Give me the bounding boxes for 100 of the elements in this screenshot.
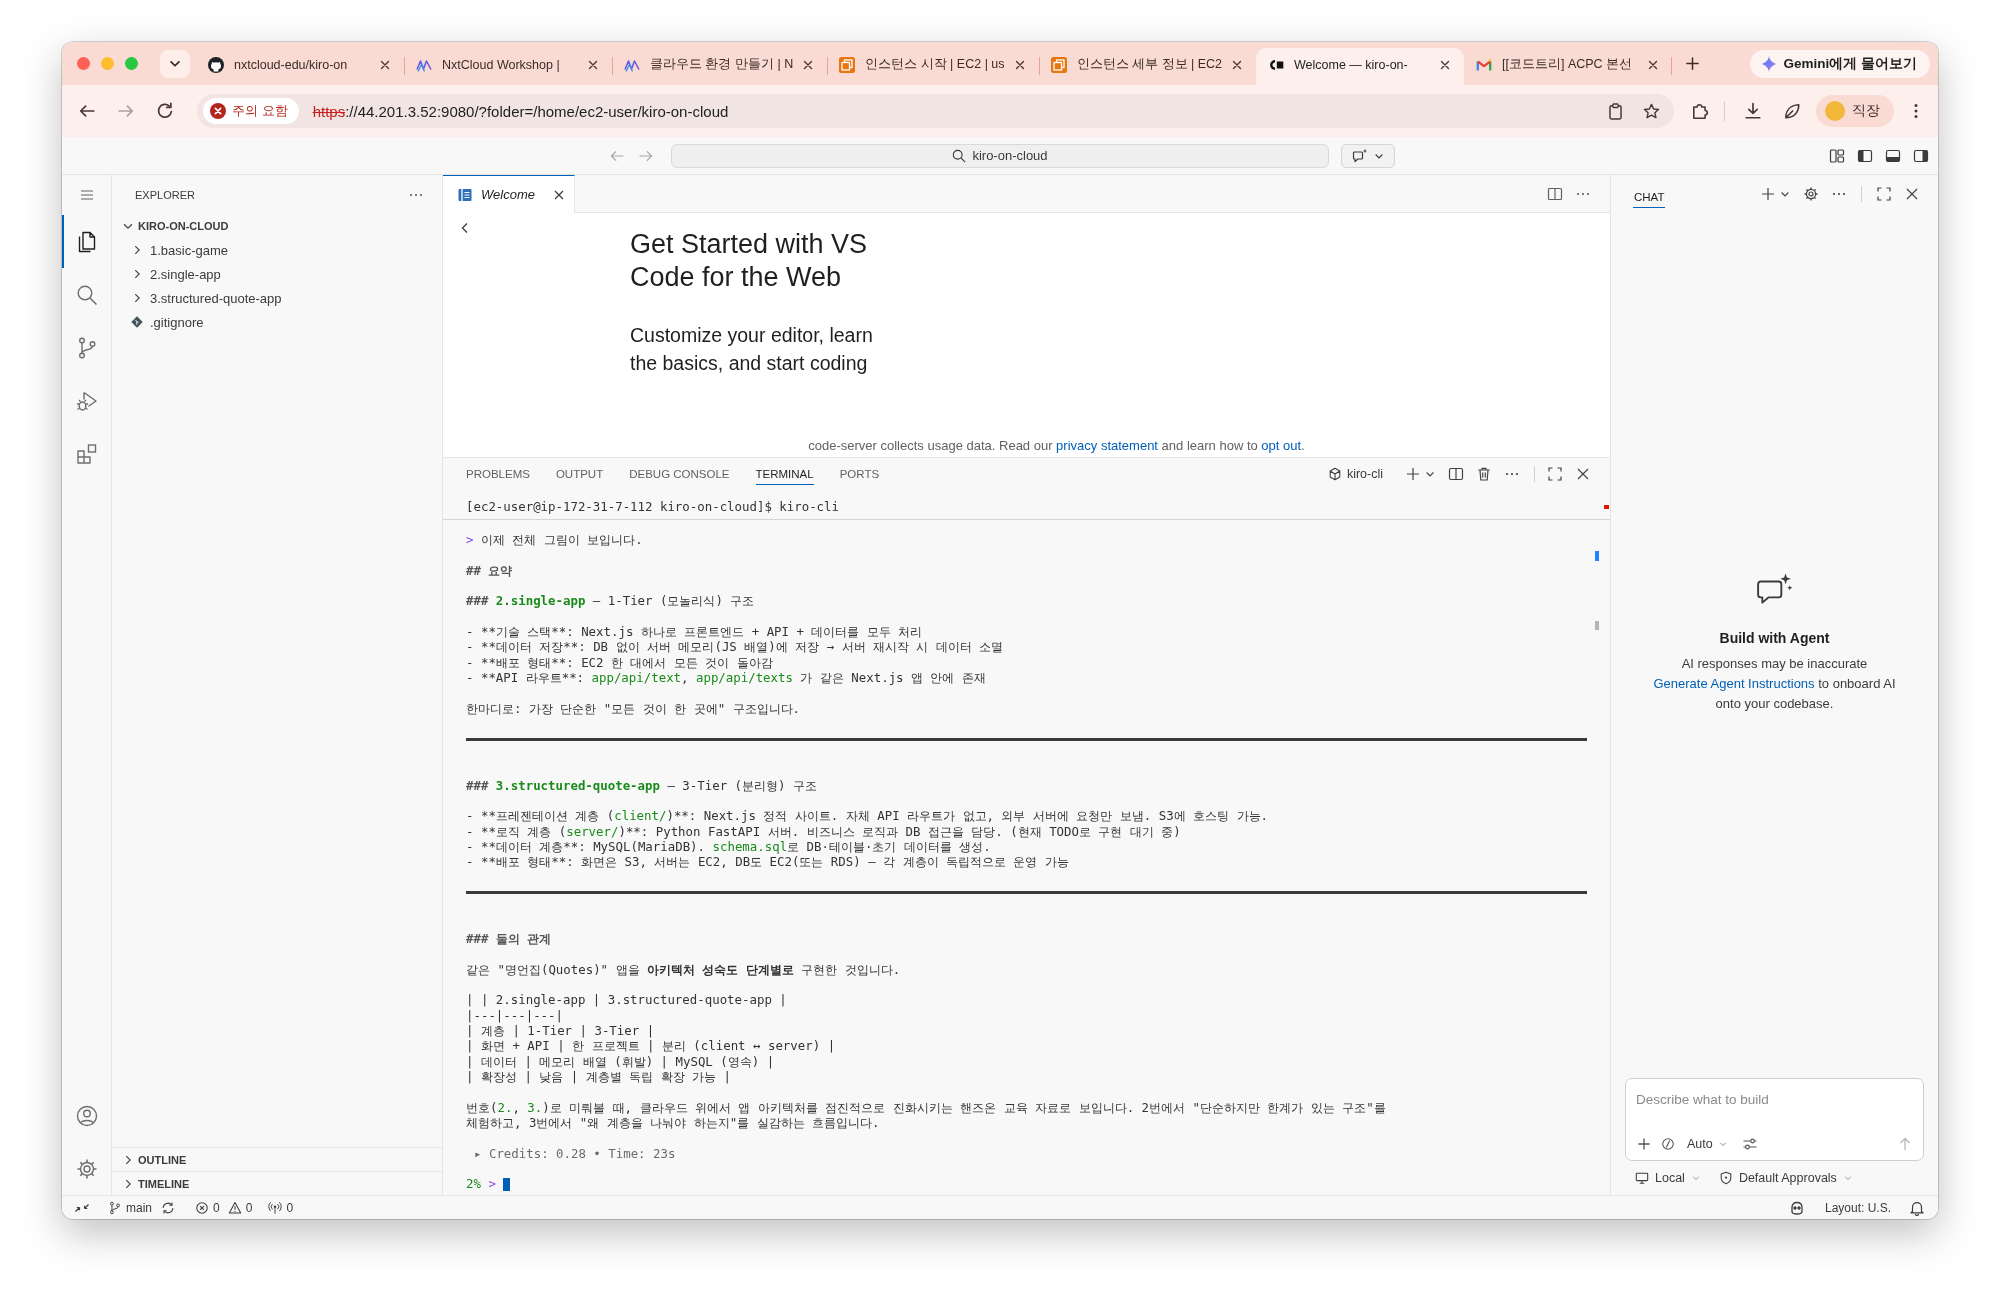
telemetry-notice: code-server collects usage data. Read our privacy statement and learn how to opt out. — [807, 437, 1305, 455]
browser-tab[interactable]: Welcome — kiro-on- — [1256, 48, 1465, 85]
maximize-icon[interactable] — [1547, 466, 1563, 482]
stacked-squares-logo-icon — [1050, 56, 1067, 73]
errors-status[interactable]: 0 — [195, 1200, 220, 1215]
close-icon[interactable] — [1904, 186, 1920, 202]
browser-tab[interactable]: nxtcloud-edu/kiro-on — [196, 48, 404, 85]
puzzle-icon[interactable] — [1691, 102, 1709, 120]
shield-icon — [1718, 1171, 1733, 1185]
folder-row[interactable]: 1.basic-game — [112, 238, 442, 262]
clipboard-icon[interactable] — [1607, 102, 1624, 120]
keyboard-layout-status[interactable]: Layout: U.S. — [1824, 1200, 1891, 1215]
terminal-line: ### 둘의 관계 — [466, 930, 552, 947]
target-picker[interactable]: Local — [1635, 1171, 1701, 1185]
right-sidebar-toggle-icon[interactable] — [1913, 147, 1929, 164]
chat-tab[interactable]: CHAT — [1633, 184, 1666, 208]
leaf-icon[interactable] — [1783, 102, 1801, 120]
terminal-line: ▸ Credits: 0.28 • Time: 23s — [473, 1145, 676, 1162]
layout-grid-icon[interactable] — [1829, 147, 1845, 164]
panel-tab[interactable]: PROBLEMS — [466, 463, 530, 485]
warning-icon — [227, 1200, 242, 1215]
browser-tab[interactable]: 인스턴스 세부 정보 | EC2 — [1038, 48, 1257, 85]
terminal-selector[interactable]: kiro-cli — [1327, 467, 1383, 481]
panel-tab[interactable]: PORTS — [839, 463, 880, 485]
chat-menu-button[interactable] — [1341, 143, 1395, 168]
url-text: https://44.201.3.52:9080/?folder=/home/ec2-user/kiro-on-cloud — [312, 102, 729, 120]
browser-tab[interactable]: NxtCloud Workshop | — [404, 48, 612, 85]
diamond-file-icon — [130, 315, 144, 329]
error-marker — [1604, 505, 1609, 509]
terminal-cursor — [502, 1177, 510, 1191]
split-terminal-icon[interactable] — [1448, 466, 1464, 482]
terminal-line: ## 요약 — [466, 562, 513, 579]
section-header[interactable]: OUTLINE — [112, 1147, 442, 1171]
book-icon — [457, 186, 473, 203]
terminal-line: 한마디로: 가장 단순한 "모든 것이 한 곳에" 구조입니다. — [466, 700, 801, 717]
search-icon — [952, 148, 967, 163]
cursor-position-marker — [1595, 551, 1599, 561]
terminal-line: | | 2.single-app | 3.structured-quote-app | — [466, 992, 787, 1008]
not-secure-chip[interactable]: 주의 요함 — [203, 98, 299, 124]
reload-icon[interactable] — [156, 102, 174, 120]
scrollbar-thumb[interactable] — [1595, 621, 1599, 630]
terminal-line: - **데이터 저장**: DB 없이 서버 메모리(JS 배열)에 저장 → 서버 재시작 시 데이터 소멸 — [466, 639, 1004, 655]
cat-logo-icon — [208, 56, 224, 73]
goggles-face-icon[interactable] — [1788, 1199, 1805, 1216]
approvals-picker[interactable]: Default Approvals — [1718, 1171, 1853, 1185]
download-icon[interactable] — [1744, 102, 1762, 120]
panel-tab[interactable]: DEBUG CONSOLE — [629, 463, 730, 485]
warnings-status[interactable]: 0 — [227, 1200, 253, 1215]
maximize-icon[interactable] — [1876, 186, 1892, 202]
panel-toggle-icon[interactable] — [1885, 147, 1901, 164]
close-icon[interactable] — [1575, 466, 1591, 482]
bookmark-star-icon[interactable] — [1643, 102, 1660, 120]
folder-row[interactable]: 3.structured-quote-app — [112, 286, 442, 310]
tab-search-button[interactable] — [160, 49, 190, 78]
terminal-prompt: 2% > — [466, 1176, 496, 1192]
ports-status[interactable]: 0 — [268, 1200, 294, 1215]
branch-status[interactable]: main — [108, 1200, 152, 1215]
avatar-icon — [1825, 101, 1845, 121]
settings-gear-icon[interactable] — [1803, 186, 1819, 202]
browser-tab[interactable]: [[코드트리] ACPC 본선 — [1464, 48, 1673, 85]
terminal-line: > 이제 전체 그림이 보입니다. — [466, 532, 643, 548]
trash-icon[interactable] — [1476, 466, 1492, 482]
file-row[interactable]: .gitignore — [112, 310, 442, 334]
back-icon[interactable] — [78, 102, 96, 120]
account-icon[interactable] — [74, 1103, 99, 1128]
sync-icon[interactable] — [161, 1200, 175, 1215]
notice-link[interactable]: privacy statement — [1056, 438, 1158, 453]
command-center-search[interactable]: kiro-on-cloud — [671, 143, 1329, 168]
profile-button[interactable]: 직장 — [1816, 95, 1894, 127]
bell-icon[interactable] — [1909, 1199, 1925, 1216]
folder-row[interactable]: 2.single-app — [112, 262, 442, 286]
chat-input-field[interactable]: Describe what to build Auto — [1625, 1078, 1924, 1161]
address-bar[interactable]: 주의 요함 https://44.201.3.52:9080/?folder=/home/ec2-user/kiro-on-cloud — [197, 94, 1674, 128]
terminal-line: - **기술 스택**: Next.js 하나로 프론트엔드 + API + 데이터를 모두 처리 — [466, 624, 923, 640]
terminal-line: | 확장성 | 낮음 | 계층별 독립 확장 가능 | — [466, 1069, 731, 1085]
agent-instructions-link[interactable]: Generate Agent Instructions — [1653, 675, 1815, 691]
plus-icon[interactable] — [1636, 1136, 1652, 1152]
new-tab-icon[interactable] — [1685, 56, 1701, 71]
folder-row[interactable]: KIRO-ON-CLOUD — [112, 214, 442, 238]
terminal-line: - **API 라우트**: app/api/text, app/api/texts 가 같은 Next.js 앱 안에 존재 — [466, 670, 986, 686]
terminal-line: ### 2.single-app — 1-Tier (모놀리식) 구조 — [466, 593, 755, 609]
browser-tab[interactable]: 클라우드 환경 만들기 | N — [612, 48, 828, 85]
split-editor-icon[interactable] — [1547, 185, 1563, 202]
slash-circle-icon[interactable] — [1661, 1137, 1675, 1151]
chat-heading: Build with Agent — [1719, 629, 1830, 646]
terminal-line: |---|---|---| — [466, 1007, 563, 1023]
left-sidebar-toggle-icon[interactable] — [1857, 147, 1873, 164]
browser-tab[interactable]: 인스턴스 시작 | EC2 | us — [827, 48, 1039, 85]
error-icon — [210, 103, 226, 119]
gemini-button[interactable]: Gemini에게 물어보기 — [1750, 49, 1930, 78]
editor-tab[interactable]: Welcome — [443, 175, 575, 213]
cube-icon — [1327, 467, 1342, 481]
mode-picker[interactable]: Auto — [1687, 1137, 1728, 1151]
caret-icon — [1717, 1139, 1728, 1149]
terminal-line: - **데이터 계층**: MySQL(MariaDB). schema.sql로 DB·테이블·초기 데이터를 생성. — [466, 838, 991, 855]
panel-tab[interactable]: TERMINAL — [755, 463, 814, 485]
panel-tab[interactable]: OUTPUT — [555, 463, 604, 485]
blocks-icon — [74, 441, 99, 466]
sliders-icon[interactable] — [1741, 1136, 1758, 1152]
terminal-line: - **프레젠테이션 계층 (client/)**: Next.js 정적 사이트. 자체 API 라우트가 없고, 외부 서버에 요청만 보냄. S3에 호스팅 가능. — [466, 808, 1269, 824]
